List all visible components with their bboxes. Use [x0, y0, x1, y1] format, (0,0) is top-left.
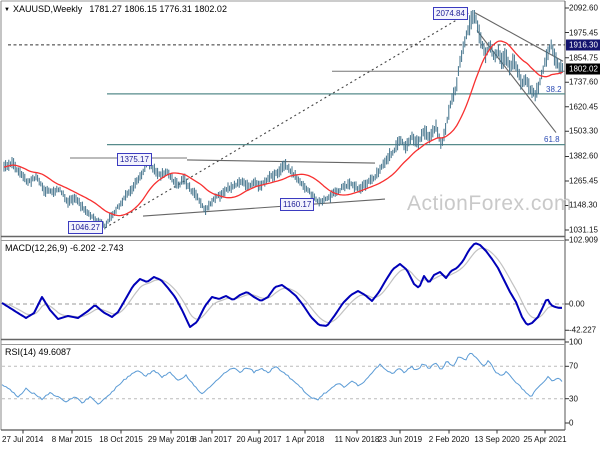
- x-axis-label: 1 Apr 2018: [285, 435, 325, 444]
- fib-ratio-label: 61.8: [544, 135, 560, 144]
- x-axis-label: 2 Feb 2020: [428, 435, 470, 444]
- price-axis-label: 2092.60: [569, 3, 598, 13]
- price-tag: 1046.27: [68, 221, 103, 234]
- trendline-2: [142, 198, 386, 217]
- rsi-axis-label: 100: [569, 337, 583, 347]
- x-axis-label: 8 Jan 2017: [192, 435, 232, 444]
- price-axis-label: 1031.15: [569, 225, 598, 235]
- macd-axis-label: 0.00: [569, 299, 585, 309]
- price-axis-label: 1503.30: [569, 126, 598, 136]
- trendline-1: [186, 159, 376, 164]
- price-axis-label: 1382.60: [569, 151, 598, 161]
- x-axis-label: 11 Nov 2018: [334, 435, 380, 444]
- price-panel-legend: ▼ XAUUSD,Weekly 1781.27 1806.15 1776.31 18…: [4, 4, 227, 15]
- price-tag: 1160.17: [280, 198, 315, 211]
- price-axis-label: 1265.45: [569, 176, 598, 186]
- x-axis-label: 29 May 2016: [147, 435, 195, 444]
- x-axis-label: 13 Sep 2020: [474, 435, 520, 444]
- macd-axis-label: 102.909: [569, 235, 598, 245]
- symbol-collapse-arrow-icon[interactable]: ▼: [4, 7, 10, 13]
- rsi-legend: RSI(14) 49.6087: [5, 347, 72, 357]
- price-tag: 2074.84: [433, 7, 468, 20]
- x-axis-label: 27 Jul 2014: [2, 435, 44, 444]
- symbol-title: XAUUSD,Weekly: [12, 4, 83, 14]
- macd-axis-label: -42.227: [569, 325, 597, 335]
- rsi-axis-label: 0: [569, 418, 574, 428]
- price-axis-label-highlight: 1802.02: [566, 63, 600, 75]
- chart-window: ▼ XAUUSD,Weekly 1781.27 1806.15 1776.31 18…: [0, 0, 600, 450]
- price-levels: [8, 44, 565, 159]
- price-axis-label: 1148.30: [569, 200, 598, 210]
- x-axis-label: 8 Mar 2015: [51, 435, 93, 444]
- price-tag: 1375.17: [117, 153, 152, 166]
- x-axis-label: 18 Oct 2015: [99, 435, 143, 444]
- price-axis-label: 1975.45: [569, 28, 598, 37]
- rsi-axis-label: 70: [569, 361, 578, 371]
- x-axis-label: 23 Jun 2019: [377, 435, 423, 444]
- rsi-axis-label: 30: [569, 394, 578, 404]
- price-axis-label: 1620.45: [569, 102, 598, 112]
- macd-legend: MACD(12,26,9) -6.202 -2.743: [5, 243, 124, 253]
- price-axis-label: 1854.75: [569, 53, 598, 63]
- trendline-3: [474, 12, 564, 62]
- watermark: ActionForex.com: [407, 192, 573, 215]
- ma-line: [3, 40, 563, 217]
- fib-ratio-label: 38.2: [546, 85, 562, 94]
- axis-ticks: [22, 7, 569, 434]
- x-axis-label: 25 Apr 2021: [523, 435, 567, 444]
- price-axis-label-highlight: 1916.30: [566, 39, 600, 51]
- x-axis-label: 20 Aug 2017: [236, 435, 282, 444]
- ohlc-values: 1781.27 1806.15 1776.31 1802.02: [89, 4, 227, 14]
- price-axis-label: 1737.60: [569, 77, 598, 87]
- rsi-line: [1, 352, 563, 405]
